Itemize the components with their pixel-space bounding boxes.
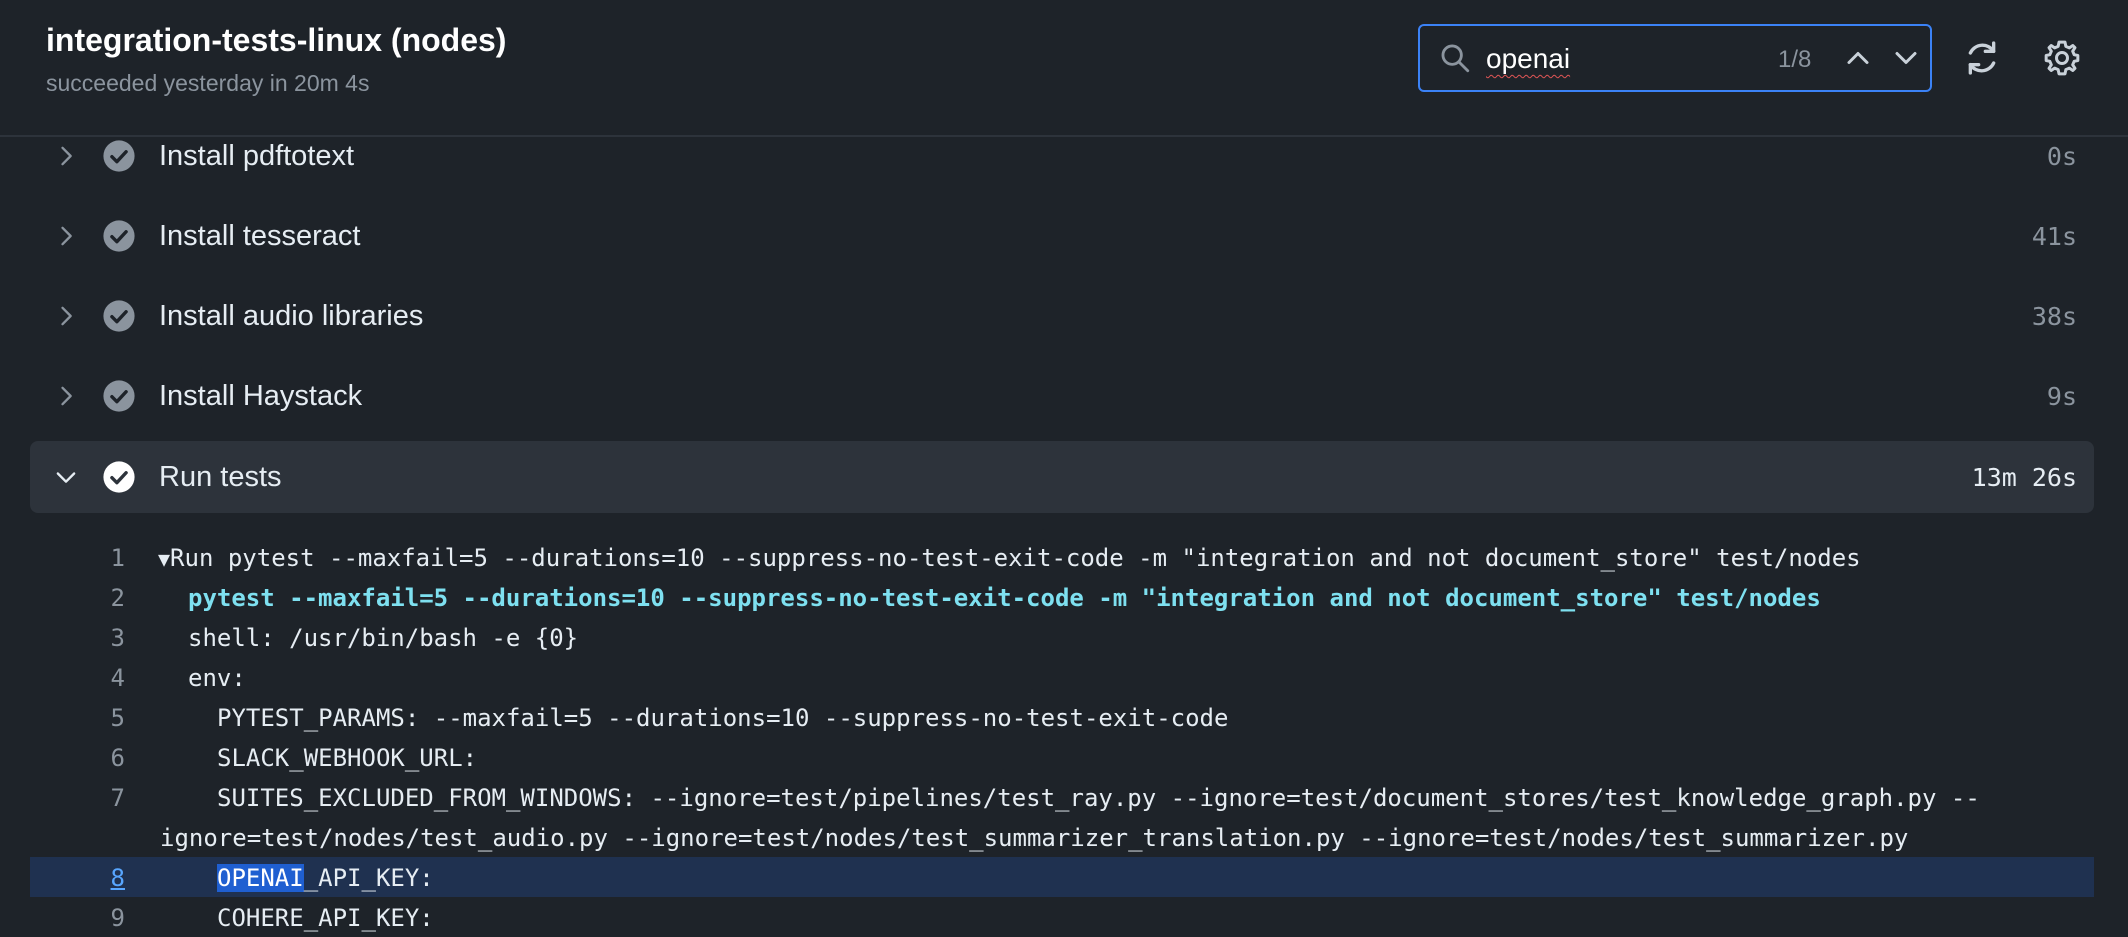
log-line-number-link[interactable]: 8: [30, 864, 125, 892]
step-name: Install Haystack: [159, 380, 363, 412]
step-name: Install pdftotext: [159, 140, 355, 172]
job-header: integration-tests-linux (nodes) succeede…: [0, 0, 2128, 137]
log-text: env:: [188, 664, 246, 692]
log-line-number[interactable]: 7: [30, 784, 125, 812]
search-match-count: 1/8: [1778, 46, 1812, 73]
log-text-continuation: ignore=test/nodes/test_audio.py --ignore…: [160, 824, 1909, 852]
step-duration: 9s: [2046, 382, 2077, 411]
step-duration: 41s: [2031, 222, 2077, 251]
log-line-number[interactable]: 5: [30, 704, 125, 732]
search-input[interactable]: openai: [1486, 43, 1570, 75]
log-line-number[interactable]: 1: [30, 544, 125, 572]
success-check-icon: [103, 380, 135, 412]
chevron-right-icon: [61, 386, 72, 406]
success-check-icon: [103, 461, 135, 493]
step-duration: 13m 26s: [1971, 463, 2077, 492]
chevron-right-icon: [61, 306, 72, 326]
log-line: 5 PYTEST_PARAMS: --maxfail=5 --durations…: [30, 697, 2094, 737]
search-match-highlight: OPENAI: [217, 864, 304, 892]
chevron-down-icon: [56, 472, 76, 483]
log-line-number[interactable]: 2: [30, 584, 125, 612]
log-text: Run pytest --maxfail=5 --durations=10 --…: [170, 544, 1861, 572]
gear-icon[interactable]: [2042, 38, 2082, 78]
log-line-number[interactable]: 6: [30, 744, 125, 772]
log-line: 9 COHERE_API_KEY:: [30, 897, 2094, 937]
log-text: pytest --maxfail=5 --durations=10 --supp…: [188, 584, 1821, 612]
step-row-run-tests[interactable]: Run tests 13m 26s: [30, 441, 2094, 513]
step-name: Install tesseract: [159, 220, 361, 252]
step-name: Install audio libraries: [159, 300, 424, 332]
log-line: 7 SUITES_EXCLUDED_FROM_WINDOWS: --ignore…: [30, 777, 2094, 857]
log-text: OPENAI_API_KEY:: [217, 864, 434, 892]
log-line: 4 env:: [30, 657, 2094, 697]
chevron-right-icon: [61, 146, 72, 166]
log-line: 6 SLACK_WEBHOOK_URL:: [30, 737, 2094, 777]
step-row-install-haystack[interactable]: Install Haystack 9s: [30, 360, 2094, 432]
job-title: integration-tests-linux (nodes): [46, 22, 507, 58]
log-text: SUITES_EXCLUDED_FROM_WINDOWS: --ignore=t…: [217, 784, 1980, 812]
refresh-icon[interactable]: [1962, 38, 2002, 78]
log-line: 2 pytest --maxfail=5 --durations=10 --su…: [30, 577, 2094, 617]
success-check-icon: [103, 300, 135, 332]
log-group-toggle[interactable]: ▼Run pytest --maxfail=5 --durations=10 -…: [158, 544, 1861, 572]
log-text: PYTEST_PARAMS: --maxfail=5 --durations=1…: [217, 704, 1229, 732]
log-line: 1 ▼Run pytest --maxfail=5 --durations=10…: [30, 537, 2094, 577]
log-line-number[interactable]: 9: [30, 904, 125, 932]
caret-down-icon: ▼: [158, 547, 171, 571]
step-row-install-tesseract[interactable]: Install tesseract 41s: [30, 200, 2094, 272]
success-check-icon: [103, 220, 135, 252]
log-text: COHERE_API_KEY:: [217, 904, 434, 932]
step-duration: 38s: [2031, 302, 2077, 331]
log-line-number[interactable]: 4: [30, 664, 125, 692]
log-text: shell: /usr/bin/bash -e {0}: [188, 624, 579, 652]
log-text-rest: _API_KEY:: [303, 864, 434, 892]
step-name: Run tests: [159, 461, 282, 493]
step-duration: 0s: [2046, 142, 2077, 171]
log-search-box[interactable]: openai 1/8: [1418, 24, 1932, 92]
log-line-highlighted: 8 OPENAI_API_KEY:: [30, 857, 2094, 897]
job-status: succeeded yesterday in 20m 4s: [46, 70, 370, 96]
search-icon: [1441, 44, 1470, 73]
success-check-icon: [103, 140, 135, 172]
log-line: 3 shell: /usr/bin/bash -e {0}: [30, 617, 2094, 657]
step-row-install-audio-libraries[interactable]: Install audio libraries 38s: [30, 280, 2094, 352]
chevron-right-icon: [61, 226, 72, 246]
log-text: SLACK_WEBHOOK_URL:: [217, 744, 478, 772]
chevron-down-icon[interactable]: [1888, 40, 1924, 76]
log-line-number[interactable]: 3: [30, 624, 125, 652]
chevron-up-icon[interactable]: [1840, 40, 1876, 76]
